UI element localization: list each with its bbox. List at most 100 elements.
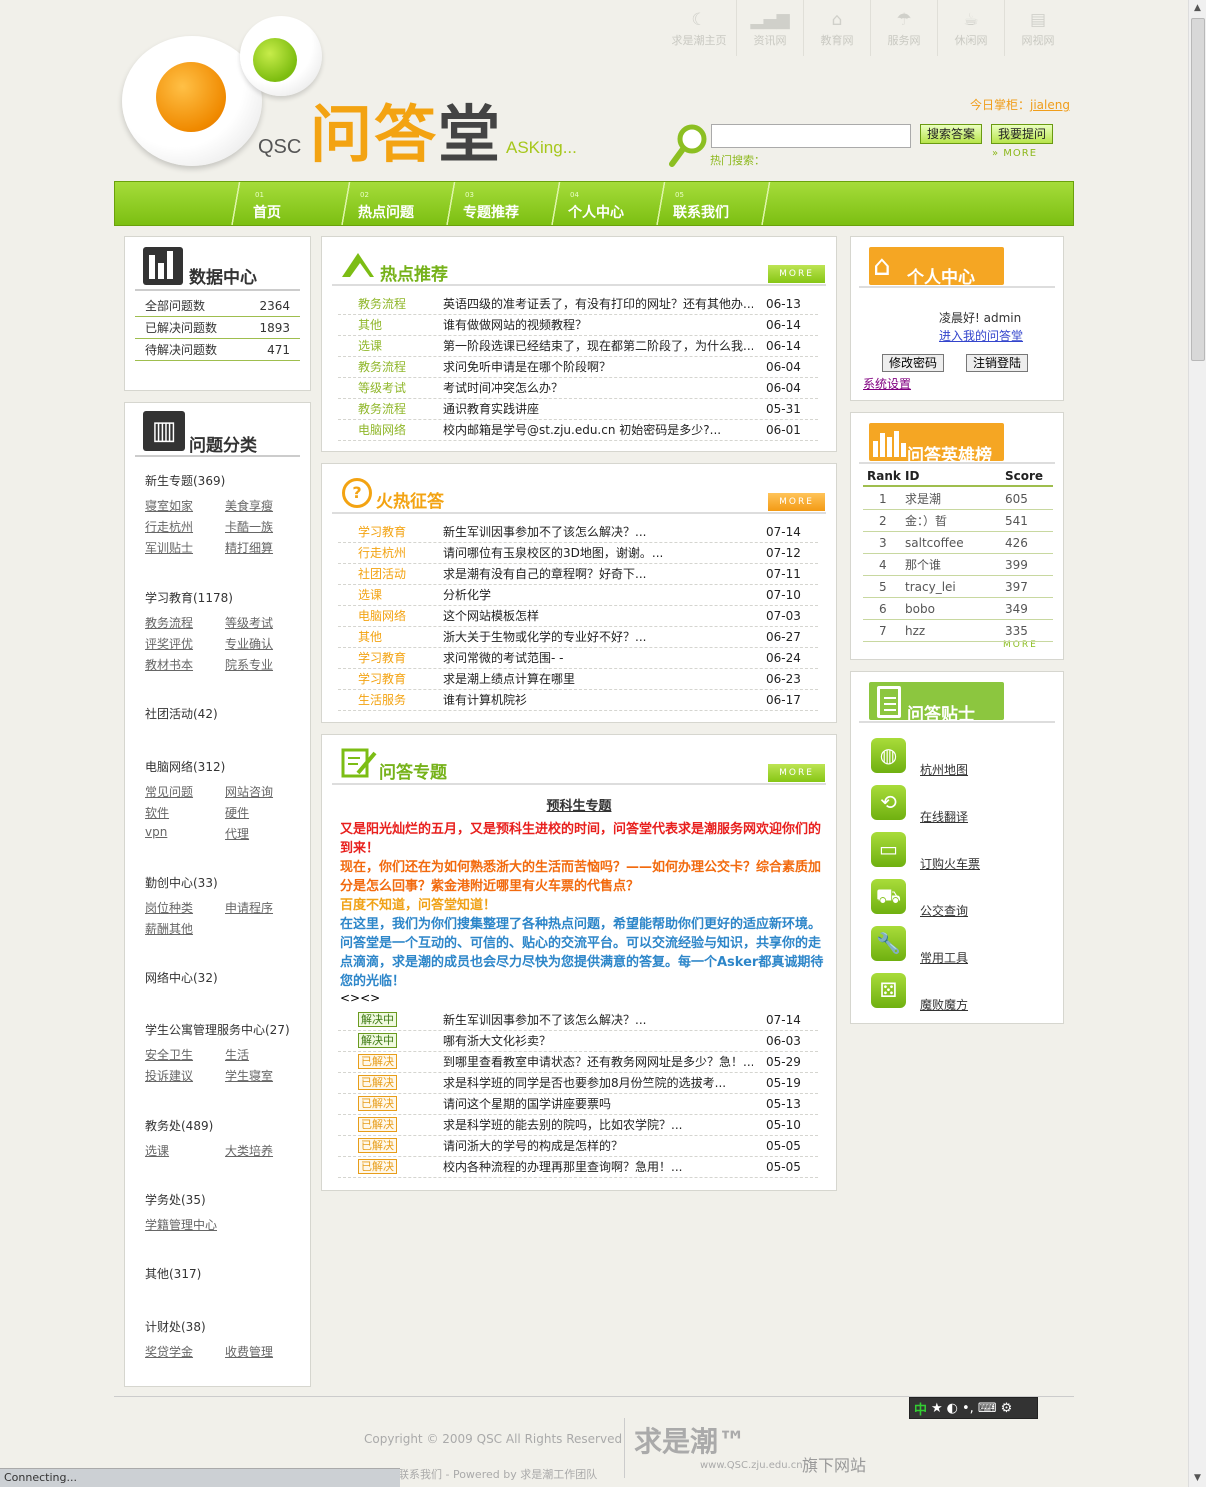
wrench-icon[interactable]: 🔧 — [871, 926, 906, 961]
list-item-category[interactable]: 等级考试 — [358, 378, 406, 399]
list-item-category[interactable]: 其他 — [358, 315, 382, 336]
category-link[interactable]: vpn — [145, 825, 167, 839]
category-heading[interactable]: 学习教育(1178) — [145, 589, 233, 606]
hero-row[interactable]: 6 bobo 349 — [863, 598, 1053, 620]
list-item-category[interactable]: 教务流程 — [358, 294, 406, 315]
category-heading[interactable]: 其他(317) — [145, 1265, 201, 1282]
list-item-category[interactable]: 选课 — [358, 585, 382, 606]
list-item-title[interactable]: 请问这个星期的国学讲座要票吗 — [443, 1094, 753, 1115]
category-link[interactable]: 评奖评优 — [145, 635, 193, 652]
list-item-category[interactable]: 行走杭州 — [358, 543, 406, 564]
list-item-category[interactable]: 社团活动 — [358, 564, 406, 585]
category-link[interactable]: 申请程序 — [225, 899, 273, 916]
category-link[interactable]: 薪酬其他 — [145, 920, 193, 937]
search-input[interactable] — [711, 124, 911, 148]
category-link[interactable]: 投诉建议 — [145, 1067, 193, 1084]
category-link[interactable]: 卡酷一族 — [225, 518, 273, 535]
list-item-title[interactable]: 分析化学 — [443, 585, 753, 606]
category-link[interactable]: 岗位种类 — [145, 899, 193, 916]
list-item-title[interactable]: 求是科学班的能去别的院吗，比如农学院？... — [443, 1115, 753, 1136]
category-link[interactable]: 军训贴士 — [145, 539, 193, 556]
list-item[interactable]: 学习教育 新生军训因事参加不了该怎么解决？... 07-14 — [338, 522, 818, 543]
vertical-scrollbar[interactable]: ▲ ▼ — [1188, 0, 1206, 1487]
ime-language-toggle[interactable]: 中 — [914, 1399, 927, 1418]
category-link[interactable]: 精打细算 — [225, 539, 273, 556]
translate-icon[interactable]: ⟲ — [871, 785, 906, 820]
moon-icon[interactable]: ◐ — [947, 1401, 958, 1416]
category-link[interactable]: 大类培养 — [225, 1142, 273, 1159]
category-link[interactable]: 软件 — [145, 804, 169, 821]
special-subject[interactable]: 预科生专题 — [322, 795, 836, 814]
keyboard-icon[interactable]: ⌨ — [978, 1401, 997, 1416]
category-link[interactable]: 学生寝室 — [225, 1067, 273, 1084]
dice-icon[interactable]: ⚄ — [871, 973, 906, 1008]
category-heading[interactable]: 社团活动(42) — [145, 705, 218, 722]
category-heading[interactable]: 新生专题(369) — [145, 472, 225, 489]
special-more-button[interactable]: MORE — [768, 764, 825, 782]
tip-link[interactable]: 公交查询 — [920, 902, 968, 919]
list-item-title[interactable]: 这个网站模板怎样 — [443, 606, 753, 627]
header-more-link[interactable]: » MORE — [992, 148, 1037, 159]
list-item-title[interactable]: 通识教育实践讲座 — [443, 399, 753, 420]
hero-row[interactable]: 2 金：）晢 541 — [863, 510, 1053, 532]
list-item-title[interactable]: 校内各种流程的办理再那里查询啊？急用！... — [443, 1157, 753, 1178]
category-link[interactable]: 教材书本 — [145, 656, 193, 673]
list-item-title[interactable]: 请问浙大的学号的构成是怎样的？ — [443, 1136, 753, 1157]
list-item[interactable]: 解决中 新生军训因事参加不了该怎么解决？... 07-14 — [338, 1010, 818, 1031]
logout-button[interactable]: 注销登陆 — [966, 354, 1029, 372]
hero-row[interactable]: 7 hzz 335 — [863, 620, 1053, 642]
list-item[interactable]: 等级考试 考试时间冲突怎么办？ 06-04 — [338, 378, 818, 399]
list-item[interactable]: 其他 谁有做做网站的视频教程？ 06-14 — [338, 315, 818, 336]
category-link[interactable]: 寝室如家 — [145, 497, 193, 514]
list-item-title[interactable]: 校内邮箱是学号@st.zju.edu.cn 初始密码是多少?... — [443, 420, 753, 441]
list-item[interactable]: 选课 分析化学 07-10 — [338, 585, 818, 606]
hero-id[interactable]: saltcoffee — [905, 532, 964, 554]
list-item-title[interactable]: 新生军训因事参加不了该怎么解决？... — [443, 522, 753, 543]
hero-id[interactable]: 求是潮 — [905, 488, 941, 510]
list-item[interactable]: 已解决 求是科学班的能去别的院吗，比如农学院？... 05-10 — [338, 1115, 818, 1136]
list-item[interactable]: 电脑网络 校内邮箱是学号@st.zju.edu.cn 初始密码是多少?... 06-… — [338, 420, 818, 441]
site-link-news[interactable]: ▂▄▆ 资讯网 — [736, 0, 803, 56]
list-item[interactable]: 选课 第一阶段选课已经结束了，现在都第二阶段了，为什么我... 06-14 — [338, 336, 818, 357]
list-item[interactable]: 教务流程 求问免听申请是在哪个阶段啊？ 06-04 — [338, 357, 818, 378]
car-icon[interactable]: ⛟ — [871, 879, 906, 914]
list-item-title[interactable]: 求问常微的考试范围- - — [443, 648, 753, 669]
ticket-icon[interactable]: ▭ — [871, 832, 906, 867]
category-heading[interactable]: 学务处(35) — [145, 1191, 206, 1208]
search-answer-button[interactable]: 搜索答案 — [920, 124, 983, 144]
category-link[interactable]: 专业确认 — [225, 635, 273, 652]
category-heading[interactable]: 电脑网络(312) — [145, 758, 225, 775]
category-link[interactable]: 硬件 — [225, 804, 249, 821]
list-item[interactable]: 行走杭州 请问哪位有玉泉校区的3D地图，谢谢。... 07-12 — [338, 543, 818, 564]
punctuation-icon[interactable]: •, — [962, 1401, 974, 1416]
list-item[interactable]: 学习教育 求是潮上绩点计算在哪里 06-23 — [338, 669, 818, 690]
tip-link[interactable]: 杭州地图 — [920, 761, 968, 778]
list-item-title[interactable]: 谁有计算机院衫 — [443, 690, 753, 711]
site-link-education[interactable]: ⌂ 教育网 — [803, 0, 870, 56]
hero-row[interactable]: 4 那个谁 399 — [863, 554, 1053, 576]
list-item-category[interactable]: 教务流程 — [358, 399, 406, 420]
category-heading[interactable]: 学生公寓管理服务中心(27) — [145, 1021, 290, 1038]
list-item-title[interactable]: 求是潮上绩点计算在哪里 — [443, 669, 753, 690]
list-item-category[interactable]: 生活服务 — [358, 690, 406, 711]
list-item[interactable]: 已解决 到哪里查看教室申请状态？还有教务网网址是多少？急！... 05-29 — [338, 1052, 818, 1073]
scrollbar-thumb[interactable] — [1191, 18, 1205, 361]
list-item-category[interactable]: 学习教育 — [358, 522, 406, 543]
list-item-title[interactable]: 考试时间冲突怎么办？ — [443, 378, 753, 399]
list-item[interactable]: 解决中 哪有浙大文化衫卖？ 06-03 — [338, 1031, 818, 1052]
category-link[interactable]: 行走杭州 — [145, 518, 193, 535]
list-item-title[interactable]: 浙大关于生物或化学的专业好不好？... — [443, 627, 753, 648]
list-item-title[interactable]: 求是潮有没有自己的章程啊？好奇下... — [443, 564, 753, 585]
category-link[interactable]: 美食享瘦 — [225, 497, 273, 514]
scroll-up-arrow-icon[interactable]: ▲ — [1189, 0, 1206, 17]
tip-link[interactable]: 常用工具 — [920, 949, 968, 966]
list-item[interactable]: 已解决 请问这个星期的国学讲座要票吗 05-13 — [338, 1094, 818, 1115]
list-item-category[interactable]: 教务流程 — [358, 357, 406, 378]
list-item-category[interactable]: 选课 — [358, 336, 382, 357]
fire-more-button[interactable]: MORE — [768, 493, 825, 511]
nav-tab-personal[interactable]: 04 个人中心 — [558, 182, 668, 225]
list-item-category[interactable]: 学习教育 — [358, 648, 406, 669]
change-password-button[interactable]: 修改密码 — [882, 354, 945, 372]
list-item[interactable]: 生活服务 谁有计算机院衫 06-17 — [338, 690, 818, 711]
special-pager[interactable]: <><> — [340, 991, 380, 1005]
